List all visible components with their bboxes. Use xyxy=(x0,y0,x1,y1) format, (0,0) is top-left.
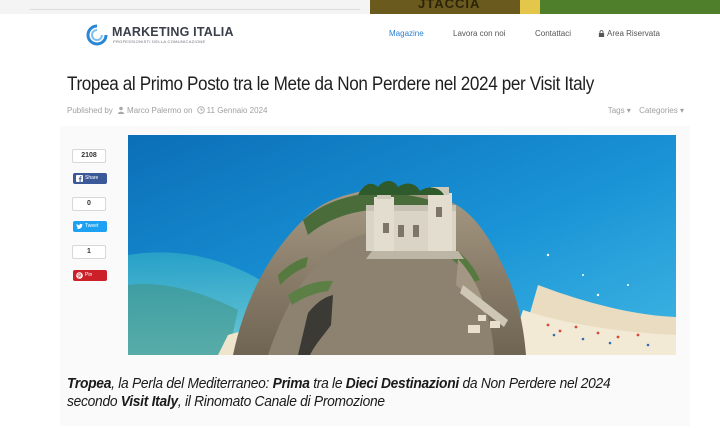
facebook-share-button[interactable]: Share xyxy=(73,173,107,184)
intro-bold-1: Tropea xyxy=(67,375,112,392)
pinterest-share-label: Pin xyxy=(85,272,93,278)
facebook-icon xyxy=(76,175,83,182)
meta-dropdowns: Tags ▾ Categories ▾ xyxy=(602,106,684,115)
twitter-share-count: 0 xyxy=(72,197,106,211)
top-divider xyxy=(30,9,360,10)
intro-bold-7: Visit Italy xyxy=(120,393,178,410)
facebook-share-label: Share xyxy=(85,175,99,181)
article-meta: Published by Marco Palermo on 11 Gennaio… xyxy=(67,106,267,115)
user-icon xyxy=(117,106,125,114)
twitter-share-button[interactable]: Tweet xyxy=(73,221,107,232)
clock-icon xyxy=(196,106,205,114)
logo-name: MARKETING ITALIA xyxy=(112,25,234,39)
intro-text-8: , il Rinomato Canale di Promozione xyxy=(177,393,385,410)
tropea-landscape-image xyxy=(128,135,676,355)
intro-text-2: , la Perla del Mediterraneo: xyxy=(111,375,273,392)
article-title: Tropea al Primo Posto tra le Mete da Non… xyxy=(67,74,594,95)
intro-bold-3: Prima xyxy=(272,375,310,392)
ad-banner[interactable]: JTACCIA xyxy=(370,0,720,14)
site-header: MARKETING ITALIA PROFESSIONISTI DELLA CO… xyxy=(0,14,720,56)
nav-area-riservata[interactable]: Area Riservata xyxy=(598,29,660,38)
pinterest-share-button[interactable]: Pin xyxy=(73,270,107,281)
pinterest-share-count: 1 xyxy=(72,245,106,259)
tags-dropdown[interactable]: Tags ▾ xyxy=(608,106,631,115)
intro-text-4: tra le xyxy=(309,375,346,392)
author-link[interactable]: Marco Palermo xyxy=(127,106,181,115)
ad-banner-text: JTACCIA xyxy=(418,0,481,11)
intro-bold-5: Dieci Destinazioni xyxy=(345,375,459,392)
twitter-share-label: Tweet xyxy=(85,223,99,229)
publish-date: 11 Gennaio 2024 xyxy=(206,106,268,115)
logo-swirl-icon xyxy=(86,24,108,46)
pinterest-icon xyxy=(76,272,83,279)
nav-magazine[interactable]: Magazine xyxy=(389,29,424,38)
nav-contattaci[interactable]: Contattaci xyxy=(535,29,571,38)
categories-dropdown[interactable]: Categories ▾ xyxy=(639,106,684,115)
nav-area-riservata-label: Area Riservata xyxy=(607,29,660,38)
published-prefix: Published by xyxy=(67,106,113,115)
logo-tagline: PROFESSIONISTI DELLA COMUNICAZIONE xyxy=(113,39,206,44)
nav-lavora-con-noi[interactable]: Lavora con noi xyxy=(453,29,505,38)
facebook-share-count: 2108 xyxy=(72,149,106,163)
meta-on: on xyxy=(183,106,193,115)
article-intro: Tropea, la Perla del Mediterraneo: Prima… xyxy=(67,375,637,411)
twitter-bird-icon xyxy=(76,223,83,229)
ad-banner-green-panel xyxy=(540,0,720,14)
hero-photo xyxy=(128,135,676,355)
lock-icon xyxy=(598,30,605,37)
